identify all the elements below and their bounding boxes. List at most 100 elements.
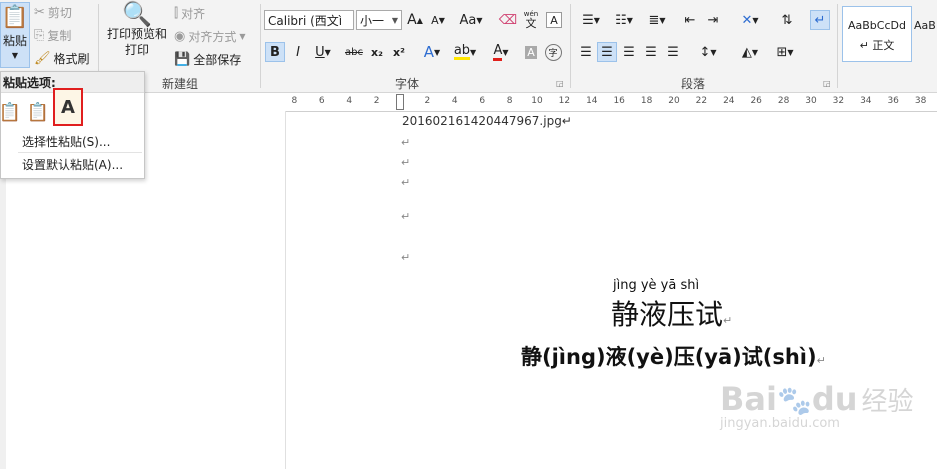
decrease-indent-button[interactable]: ⇤ <box>680 10 700 30</box>
align-label: 对齐 <box>181 7 206 21</box>
subscript-icon: x₂ <box>371 45 383 59</box>
ruler-tick: 24 <box>723 96 735 106</box>
selective-paste-item[interactable]: 选择性粘贴(S)... <box>22 133 110 150</box>
chevron-down-icon: ▼ <box>391 15 398 25</box>
subscript-button[interactable]: x₂ <box>367 42 387 62</box>
shrink-font-icon: A <box>431 13 439 27</box>
title-chars: 静液压试↵ <box>611 293 732 333</box>
paint-bucket-icon: ◭ <box>741 44 752 60</box>
save-all-button[interactable]: 💾 全部保存 <box>174 51 241 68</box>
align-mode-button[interactable]: ◉ 对齐方式 ▼ <box>174 28 246 45</box>
paragraph-group-label: 段落 <box>681 77 706 91</box>
highlight-button[interactable]: ab ▼ <box>450 42 480 62</box>
horizontal-ruler[interactable]: 8 6 4 2 2 4 6 8 10 12 14 16 18 20 22 24 26 28 30 32 34 36 38 <box>285 93 937 112</box>
paragraph-mark: ↵ <box>816 354 826 367</box>
ruler-tick: 12 <box>558 96 571 106</box>
ruler-tick: 32 <box>832 96 845 106</box>
print-preview-button[interactable]: 🔍 打印预览和打印 <box>104 2 170 58</box>
ruler-tick: 16 <box>613 96 625 106</box>
distributed-button[interactable]: ☰ <box>663 42 683 62</box>
chevron-down-icon: ▼ <box>751 47 759 57</box>
paragraph-mark: ↵ <box>723 314 733 327</box>
paragraph-mark: ↵ <box>401 210 411 223</box>
align-mode-label: 对齐方式 <box>188 30 237 44</box>
copy-button[interactable]: ⎘ 复制 <box>34 27 71 44</box>
font-name-dropdown[interactable]: Calibri (西文ì <box>264 10 354 30</box>
ruler-tick: 2 <box>424 96 431 106</box>
bold-icon: B <box>270 44 280 60</box>
chevron-down-icon: ▼ <box>787 47 794 57</box>
enclose-char-icon: 字 <box>544 43 562 61</box>
format-painter-button[interactable]: 🖌 格式刷 <box>34 50 90 67</box>
style-normal[interactable]: AaBbCcDd ↵ 正文 <box>842 6 912 62</box>
chevron-down-icon: ▼ <box>324 47 331 57</box>
default-paste-item[interactable]: 设置默认粘贴(A)... <box>22 156 123 173</box>
char-border-button[interactable]: A <box>544 10 564 30</box>
highlighter-icon: ab <box>453 43 471 60</box>
menu-divider <box>18 152 142 153</box>
paste-option-merge[interactable]: 📋 <box>26 98 50 126</box>
align-center-button[interactable]: ☰ <box>597 42 617 62</box>
paste-option-keep-source[interactable]: 📋 <box>0 98 21 126</box>
numbering-button[interactable]: ☷ ▼ <box>609 10 639 30</box>
paragraph-dialog-launcher-icon[interactable]: ◲ <box>823 79 831 88</box>
style-next[interactable]: AaB <box>914 6 937 62</box>
ruler-tick: 14 <box>586 96 598 106</box>
asian-layout-button[interactable]: ✕ ▼ <box>735 10 765 30</box>
strikethrough-button[interactable]: abc <box>342 42 366 62</box>
change-case-button[interactable]: Aa ▼ <box>456 10 486 30</box>
show-marks-button[interactable]: ↵ <box>810 10 830 30</box>
sort-button[interactable]: ⇅ <box>777 10 797 30</box>
superscript-icon: x² <box>393 45 405 59</box>
paste-options-menu: 粘贴选项: 📋 📋 A 选择性粘贴(S)... 设置默认粘贴(A)... <box>0 71 145 179</box>
bold-button[interactable]: B <box>265 42 285 62</box>
align-button[interactable]: ⫿ 对齐 <box>174 5 205 22</box>
enclose-char-button[interactable]: 字 <box>543 42 563 62</box>
bullets-button[interactable]: ☰ ▼ <box>576 10 606 30</box>
cut-button[interactable]: ✂ 剪切 <box>34 4 72 21</box>
watermark-url: jingyan.baidu.com <box>720 416 840 431</box>
increase-indent-icon: ⇥ <box>707 12 719 28</box>
phonetic-guide-button[interactable]: wén 文 <box>521 10 541 30</box>
ruler-tick: 4 <box>451 96 458 106</box>
decrease-indent-icon: ⇤ <box>684 12 696 28</box>
paste-option-text-only[interactable]: A <box>53 88 83 126</box>
scissors-icon: ✂ <box>34 5 45 20</box>
font-size-dropdown[interactable]: 小一 ▼ <box>356 10 402 30</box>
chevron-down-icon: ▼ <box>752 15 759 25</box>
line-spacing-button[interactable]: ↕ ▼ <box>693 42 723 62</box>
text-effect-icon: A <box>423 43 435 61</box>
superscript-button[interactable]: x² <box>389 42 409 62</box>
paste-button[interactable]: 📋 粘贴 ▼ <box>0 2 30 68</box>
grow-font-button[interactable]: A ▲ <box>405 10 425 30</box>
align-left-icon: ☰ <box>580 44 592 60</box>
separator <box>837 4 838 88</box>
borders-button[interactable]: ⊞ ▼ <box>770 42 800 62</box>
chevron-down-icon: ▼ <box>593 15 600 25</box>
font-name-value: Calibri (西文ì <box>268 13 343 28</box>
text-effect-button[interactable]: A ▼ <box>418 42 446 62</box>
ruler-tick: 28 <box>777 96 790 106</box>
multilevel-list-button[interactable]: ≣ ▼ <box>642 10 672 30</box>
shrink-font-button[interactable]: A ▼ <box>428 10 448 30</box>
underline-button[interactable]: U ▼ <box>310 42 336 62</box>
align-icon: ⫿ <box>174 6 179 21</box>
align-left-button[interactable]: ☰ <box>576 42 596 62</box>
grow-font-icon: A <box>407 12 417 28</box>
phonetic-guide-char: 文 <box>525 17 537 30</box>
font-dialog-launcher-icon[interactable]: ◲ <box>556 79 564 88</box>
clear-format-button[interactable]: ⌫ <box>498 10 518 30</box>
pinyin-ruby: jìng yè yā shì <box>613 278 700 293</box>
caret-up-icon: ▲ <box>416 15 423 25</box>
font-color-button[interactable]: A ▼ <box>486 42 516 62</box>
align-right-button[interactable]: ☰ <box>619 42 639 62</box>
increase-indent-button[interactable]: ⇥ <box>703 10 723 30</box>
ruler-tick: 34 <box>860 96 872 106</box>
indent-marker[interactable] <box>396 94 404 110</box>
ruler-tick: 22 <box>695 96 708 106</box>
italic-button[interactable]: I <box>288 42 308 62</box>
justify-button[interactable]: ☰ <box>641 42 661 62</box>
shading-button[interactable]: ◭ ▼ <box>735 42 765 62</box>
char-shading-button[interactable]: A <box>521 42 541 62</box>
ruler-tick: 10 <box>531 96 543 106</box>
